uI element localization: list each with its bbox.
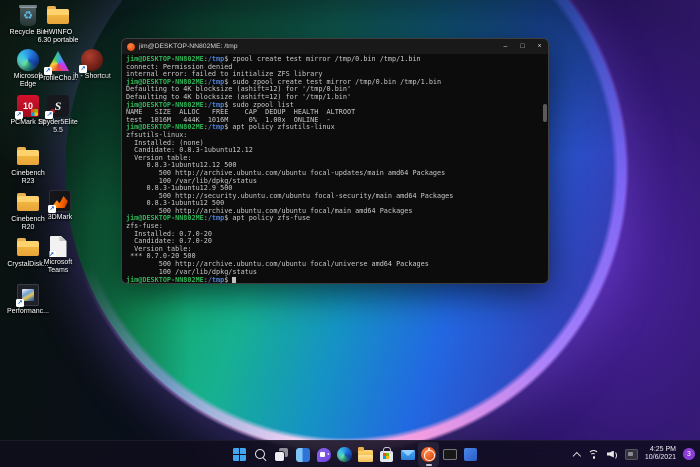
search-icon bbox=[254, 448, 268, 462]
shortcut-arrow-icon: ↗ bbox=[44, 67, 52, 75]
clock-date: 10/6/2021 bbox=[645, 454, 676, 461]
file-explorer-icon bbox=[358, 450, 373, 462]
performance-icon: ↗ bbox=[17, 284, 39, 306]
shortcut-arrow-icon: ↗ bbox=[45, 111, 53, 119]
clock-time: 4:25 PM bbox=[650, 446, 676, 453]
desktop: ♻Recycle BinHWINFO 6.30 portableMicrosof… bbox=[0, 0, 700, 467]
shortcut-arrow-icon: ↗ bbox=[79, 65, 87, 73]
taskbar-chat-button[interactable] bbox=[313, 442, 334, 467]
terminal-output: jim@DESKTOP-NN802ME:/tmp$ zpool create t… bbox=[126, 56, 548, 284]
terminal-title: jim@DESKTOP-NN802ME: /tmp bbox=[139, 43, 497, 50]
shortcut-arrow-icon: ↗ bbox=[48, 205, 56, 213]
taskbar-explorer-button[interactable] bbox=[355, 442, 376, 467]
wifi-icon[interactable] bbox=[588, 449, 600, 459]
desktop-icon-label: HWINFO 6.30 portable bbox=[38, 29, 79, 45]
icon-glyph: ♻ bbox=[23, 9, 33, 22]
system-tray: 4:25 PM 10/6/2021 3 bbox=[573, 441, 695, 467]
taskbar-store-button[interactable] bbox=[376, 442, 397, 467]
terminal-titlebar[interactable]: jim@DESKTOP-NN802ME: /tmp – □ × bbox=[122, 39, 548, 54]
shortcut-arrow-icon: ↗ bbox=[48, 251, 56, 259]
taskbar-taskview-button[interactable] bbox=[271, 442, 292, 467]
taskbar: 4:25 PM 10/6/2021 3 bbox=[0, 440, 700, 467]
taskbar-ubuntu-button[interactable] bbox=[418, 442, 439, 467]
terminal-line: jim@DESKTOP-NN802ME:/tmp$ bbox=[126, 276, 548, 284]
desktop-icon-performance[interactable]: ↗Performanc... bbox=[4, 284, 52, 316]
terminal-window: jim@DESKTOP-NN802ME: /tmp – □ × jim@DESK… bbox=[121, 38, 549, 284]
taskbar-widgets-button[interactable] bbox=[292, 442, 313, 467]
taskbar-search-button[interactable] bbox=[250, 442, 271, 467]
desktop-icon-label: jh - Shortcut bbox=[73, 73, 111, 81]
desktop-icon-jh-shortcut[interactable]: ↗jh - Shortcut bbox=[68, 49, 116, 81]
ubuntu-icon bbox=[421, 447, 436, 462]
tray-icons-slot bbox=[573, 449, 638, 460]
terminal-line: jim@DESKTOP-NN802ME:/tmp$ apt policy zfs… bbox=[126, 215, 548, 223]
task-view-icon bbox=[275, 448, 288, 461]
close-button[interactable]: × bbox=[531, 39, 548, 54]
terminal-line: 100 /var/lib/dpkg/status bbox=[126, 269, 548, 277]
desktop-icon-label: 3DMark bbox=[48, 214, 73, 222]
chevron-up-icon[interactable] bbox=[573, 450, 581, 458]
widgets-icon bbox=[296, 448, 310, 462]
maximize-button[interactable]: □ bbox=[514, 39, 531, 54]
chat-icon bbox=[317, 448, 331, 462]
desktop-icon-microsoft-teams[interactable]: ↗Microsoft Teams bbox=[34, 235, 82, 275]
taskbar-clock[interactable]: 4:25 PM 10/6/2021 bbox=[645, 446, 676, 463]
shortcut-arrow-icon: ↗ bbox=[15, 111, 23, 119]
jh-shortcut-icon: ↗ bbox=[81, 49, 103, 71]
store-icon bbox=[380, 451, 393, 462]
terminal-line: jim@DESKTOP-NN802ME:/tmp$ apt policy zfs… bbox=[126, 124, 548, 132]
ubuntu-icon bbox=[127, 43, 135, 51]
pinned-app-icon bbox=[464, 448, 477, 461]
taskbar-start-button[interactable] bbox=[229, 442, 250, 467]
taskbar-edge-button[interactable] bbox=[334, 442, 355, 467]
minimize-button[interactable]: – bbox=[497, 39, 514, 54]
volume-icon[interactable] bbox=[607, 449, 618, 459]
taskbar-terminal-button[interactable] bbox=[439, 442, 460, 467]
tray-app-icon[interactable] bbox=[625, 449, 638, 460]
desktop-icon-spyder5elite[interactable]: S↗Spyder5Elite 5.5 bbox=[34, 95, 82, 135]
profilecho-icon: ↗ bbox=[46, 49, 70, 73]
mail-icon bbox=[401, 450, 415, 460]
desktop-icon-label: Spyder5Elite 5.5 bbox=[38, 119, 78, 135]
desktop-icon-label: Cinebench R23 bbox=[11, 170, 44, 186]
icon-glyph: S bbox=[55, 99, 62, 114]
windows-logo-icon bbox=[233, 448, 246, 461]
hwinfo-icon bbox=[46, 3, 70, 27]
notification-badge[interactable]: 3 bbox=[683, 448, 695, 460]
desktop-icons: ♻Recycle BinHWINFO 6.30 portableMicrosof… bbox=[4, 0, 134, 440]
taskbar-app-button[interactable] bbox=[460, 442, 481, 467]
terminal-scrollbar[interactable] bbox=[543, 104, 547, 122]
desktop-icon-hwinfo[interactable]: HWINFO 6.30 portable bbox=[34, 3, 82, 45]
spyder5elite-icon: S↗ bbox=[47, 95, 69, 117]
cinebench-r23-icon bbox=[16, 144, 40, 168]
edge-icon bbox=[337, 447, 352, 462]
terminal-body[interactable]: jim@DESKTOP-NN802ME:/tmp$ zpool create t… bbox=[122, 54, 548, 284]
desktop-icon-3dmark[interactable]: ↗3DMark bbox=[36, 190, 84, 222]
desktop-icon-cinebench-r23[interactable]: Cinebench R23 bbox=[4, 144, 52, 186]
desktop-icon-label: Performanc... bbox=[7, 308, 49, 316]
taskbar-icons bbox=[229, 442, 481, 467]
microsoft-teams-icon: ↗ bbox=[50, 236, 67, 257]
terminal-icon bbox=[443, 449, 457, 460]
desktop-icon-label: Microsoft Teams bbox=[44, 259, 72, 275]
taskbar-mail-button[interactable] bbox=[397, 442, 418, 467]
shortcut-arrow-icon: ↗ bbox=[16, 299, 24, 307]
icon-glyph: 10 bbox=[23, 101, 33, 111]
3dmark-icon: ↗ bbox=[49, 190, 71, 212]
